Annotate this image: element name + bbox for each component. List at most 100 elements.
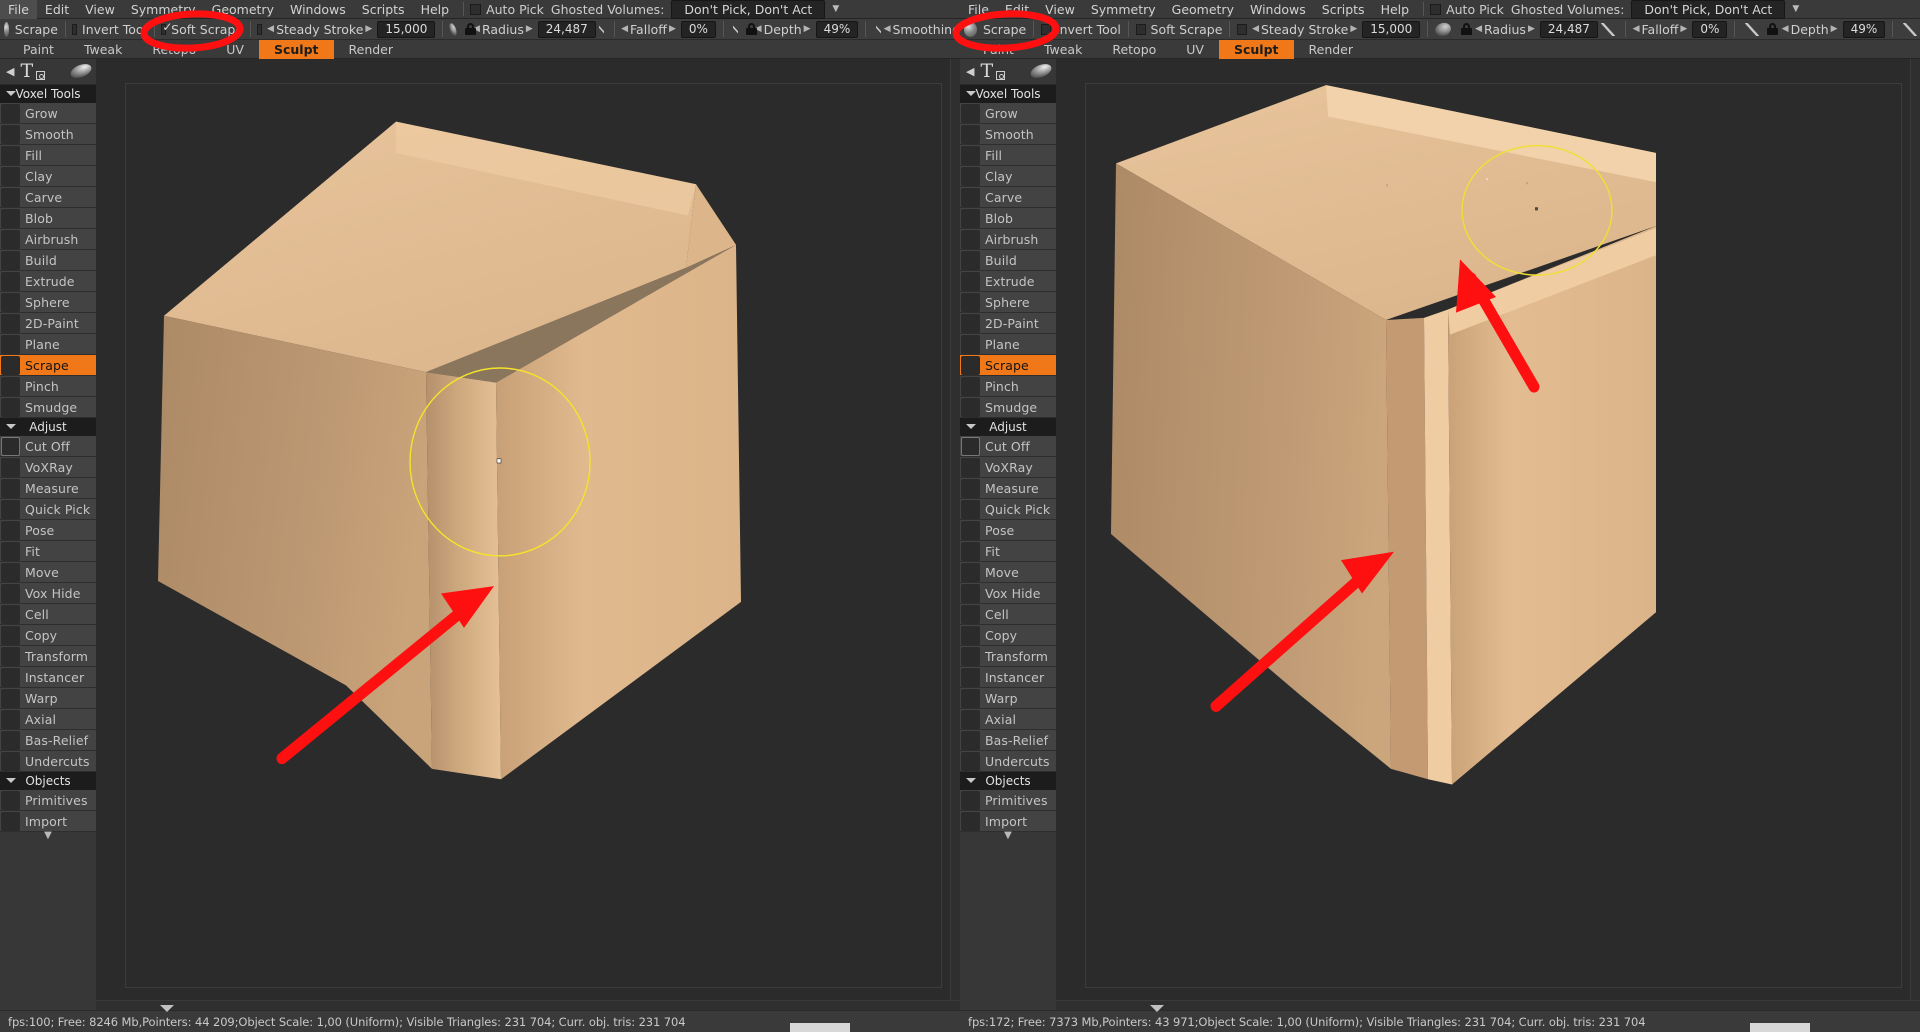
chevron-down-icon[interactable] bbox=[966, 91, 976, 96]
chevron-down-icon[interactable] bbox=[966, 424, 976, 429]
auto-pick-checkbox[interactable] bbox=[1430, 3, 1442, 15]
menu-file[interactable]: File bbox=[960, 0, 997, 19]
statusbar-expand-icon[interactable] bbox=[1150, 1005, 1164, 1012]
tool-item-quick-pick[interactable]: Quick Pick bbox=[960, 499, 1056, 520]
shape-tool-icon[interactable] bbox=[996, 71, 1006, 80]
tool-item-smooth[interactable]: Smooth bbox=[960, 124, 1056, 145]
steady-stroke-value[interactable]: 15,000 bbox=[1362, 20, 1421, 38]
tool-item-smooth[interactable]: Smooth bbox=[0, 124, 96, 145]
tool-item-clay[interactable]: Clay bbox=[960, 166, 1056, 187]
tool-item-carve[interactable]: Carve bbox=[960, 187, 1056, 208]
invert-tool-checkbox[interactable] bbox=[72, 23, 78, 35]
radius-value[interactable]: 24,487 bbox=[537, 20, 596, 38]
chevron-down-icon[interactable] bbox=[966, 778, 976, 783]
tool-item-scrape[interactable]: Scrape bbox=[960, 355, 1056, 376]
tool-item-extrude[interactable]: Extrude bbox=[0, 271, 96, 292]
menu-help[interactable]: Help bbox=[413, 0, 458, 19]
tab-retopo[interactable]: Retopo bbox=[1097, 40, 1171, 59]
tool-item-carve[interactable]: Carve bbox=[0, 187, 96, 208]
menu-scripts[interactable]: Scripts bbox=[1314, 0, 1373, 19]
tool-item-extrude[interactable]: Extrude bbox=[960, 271, 1056, 292]
menu-edit[interactable]: Edit bbox=[37, 0, 77, 19]
depth-decrease-icon[interactable]: ◀ bbox=[1782, 24, 1789, 34]
tab-uv[interactable]: UV bbox=[1171, 40, 1219, 59]
tool-item-plane[interactable]: Plane bbox=[0, 334, 96, 355]
tool-item-smudge[interactable]: Smudge bbox=[0, 397, 96, 418]
falloff-value[interactable]: 0% bbox=[680, 20, 716, 38]
tool-item-smudge[interactable]: Smudge bbox=[960, 397, 1056, 418]
tool-item-fit[interactable]: Fit bbox=[960, 541, 1056, 562]
menu-symmetry[interactable]: Symmetry bbox=[123, 0, 204, 19]
tool-item-2d-paint[interactable]: 2D-Paint bbox=[0, 313, 96, 334]
tab-uv[interactable]: UV bbox=[211, 40, 259, 59]
tool-item-pose[interactable]: Pose bbox=[0, 520, 96, 541]
tool-item-move[interactable]: Move bbox=[0, 562, 96, 583]
chevron-down-icon[interactable] bbox=[6, 424, 16, 429]
tool-item-cell[interactable]: Cell bbox=[0, 604, 96, 625]
tool-item-scrape[interactable]: Scrape bbox=[0, 355, 96, 376]
shape-tool-icon[interactable] bbox=[36, 71, 46, 80]
steady-stroke-increase-icon[interactable]: ▶ bbox=[365, 24, 372, 34]
falloff-decrease-icon[interactable]: ◀ bbox=[1633, 24, 1640, 34]
tool-item-pinch[interactable]: Pinch bbox=[0, 376, 96, 397]
scroll-down-icon[interactable]: ▼ bbox=[0, 831, 96, 842]
statusbar-expand-icon[interactable] bbox=[160, 1005, 174, 1012]
tool-item-build[interactable]: Build bbox=[0, 250, 96, 271]
depth-lock-icon[interactable] bbox=[1767, 23, 1779, 35]
tool-item-plane[interactable]: Plane bbox=[960, 334, 1056, 355]
brush-preview-icon[interactable] bbox=[4, 21, 9, 37]
steady-stroke-checkbox[interactable] bbox=[257, 23, 263, 35]
tool-item-instancer[interactable]: Instancer bbox=[960, 667, 1056, 688]
text-tool-icon[interactable]: T bbox=[20, 62, 33, 81]
tool-item-2d-paint[interactable]: 2D-Paint bbox=[960, 313, 1056, 334]
viewport-scrollbar-vertical[interactable] bbox=[1910, 59, 1920, 1010]
viewport-scrollbar-horizontal[interactable] bbox=[96, 1000, 960, 1010]
tab-paint[interactable]: Paint bbox=[8, 40, 69, 59]
tool-item-grow[interactable]: Grow bbox=[0, 103, 96, 124]
tool-item-undercuts[interactable]: Undercuts bbox=[0, 751, 96, 772]
soft-scrape-checkbox[interactable] bbox=[1135, 23, 1146, 35]
tool-item-voxray[interactable]: VoXRay bbox=[0, 457, 96, 478]
tool-item-copy[interactable]: Copy bbox=[960, 625, 1056, 646]
tool-item-import[interactable]: Import bbox=[0, 811, 96, 832]
tool-item-primitives[interactable]: Primitives bbox=[960, 790, 1056, 811]
tool-item-transform[interactable]: Transform bbox=[960, 646, 1056, 667]
tool-item-pinch[interactable]: Pinch bbox=[960, 376, 1056, 397]
tab-tweak[interactable]: Tweak bbox=[69, 40, 137, 59]
falloff-value[interactable]: 0% bbox=[1692, 20, 1728, 38]
menu-geometry[interactable]: Geometry bbox=[204, 0, 282, 19]
smoothing-decrease-icon[interactable]: ◀ bbox=[884, 24, 891, 34]
falloff-increase-icon[interactable]: ▶ bbox=[669, 24, 676, 34]
viewport-scrollbar-vertical[interactable] bbox=[950, 59, 960, 1010]
steady-stroke-checkbox[interactable] bbox=[1237, 23, 1248, 35]
auto-pick-checkbox[interactable] bbox=[470, 3, 482, 15]
tool-item-fit[interactable]: Fit bbox=[0, 541, 96, 562]
chevron-down-icon[interactable]: ▼ bbox=[1792, 4, 1799, 14]
brush-preview-icon[interactable] bbox=[964, 21, 977, 37]
tool-group-header[interactable]: Objects bbox=[0, 772, 96, 790]
depth-value[interactable]: 49% bbox=[1842, 20, 1886, 38]
tool-item-build[interactable]: Build bbox=[960, 250, 1056, 271]
tool-item-copy[interactable]: Copy bbox=[0, 625, 96, 646]
invert-tool-checkbox[interactable] bbox=[1041, 23, 1051, 35]
tool-group-header[interactable]: Voxel Tools bbox=[960, 85, 1056, 103]
menu-file[interactable]: File bbox=[0, 0, 37, 19]
menu-help[interactable]: Help bbox=[1373, 0, 1418, 19]
depth-increase-icon[interactable]: ▶ bbox=[1831, 24, 1838, 34]
chevron-down-icon[interactable]: ▼ bbox=[832, 4, 839, 14]
tool-item-transform[interactable]: Transform bbox=[0, 646, 96, 667]
tool-item-fill[interactable]: Fill bbox=[960, 145, 1056, 166]
chevron-down-icon[interactable] bbox=[6, 778, 16, 783]
tab-render[interactable]: Render bbox=[1294, 40, 1369, 59]
tool-item-vox-hide[interactable]: Vox Hide bbox=[960, 583, 1056, 604]
viewport-left[interactable] bbox=[96, 59, 960, 1010]
chevron-down-icon[interactable] bbox=[6, 91, 16, 96]
menu-windows[interactable]: Windows bbox=[1242, 0, 1314, 19]
tool-item-cut-off[interactable]: Cut Off bbox=[0, 436, 96, 457]
depth-value[interactable]: 49% bbox=[815, 20, 859, 38]
steady-stroke-value[interactable]: 15,000 bbox=[377, 20, 436, 38]
tool-item-pose[interactable]: Pose bbox=[960, 520, 1056, 541]
tool-item-instancer[interactable]: Instancer bbox=[0, 667, 96, 688]
tool-item-measure[interactable]: Measure bbox=[0, 478, 96, 499]
radius-increase-icon[interactable]: ▶ bbox=[1528, 24, 1535, 34]
